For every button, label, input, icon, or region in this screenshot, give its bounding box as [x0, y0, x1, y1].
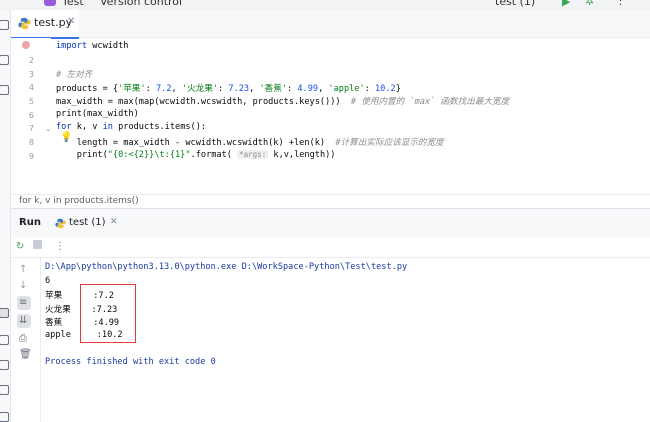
run-icon[interactable]: ▶ [562, 0, 570, 8]
project-icon[interactable] [44, 0, 56, 6]
python-file-icon [18, 17, 31, 30]
arrow-up-icon[interactable]: ↑ [19, 264, 27, 275]
line-number: 3 [28, 70, 34, 79]
structure-tool-icon[interactable] [0, 55, 9, 65]
debug-icon[interactable]: ✲ [585, 0, 594, 8]
line-number: 5 [28, 97, 34, 106]
stop-icon[interactable] [33, 240, 42, 249]
left-tool-strip [0, 10, 11, 422]
run-tab-label: test (1) [69, 217, 106, 228]
parameter-hint: *args: [237, 150, 269, 159]
line-number: 2 [28, 56, 34, 65]
run-panel-title: Run [19, 217, 41, 228]
run-panel-header: Run test (1) ✕ [11, 209, 650, 239]
run-tab-test-1[interactable]: test (1) ✕ [55, 211, 127, 239]
code-line-5: max_width = max(map(wcwidth.wcswidth, pr… [56, 97, 510, 107]
code-line-4: products = {'苹果': 7.2, '火龙果': 7.23, '香蕉'… [56, 84, 401, 94]
close-icon[interactable]: ✕ [110, 217, 118, 227]
scroll-to-end-icon[interactable]: ⇊ [19, 315, 27, 326]
code-line-8: length = max_width - wcwidth.wcswidth(k)… [56, 138, 444, 148]
more-options-icon[interactable]: ⋮ [55, 241, 65, 252]
run-toolbar: ↻ ⋮ [11, 237, 650, 258]
line-number: 6 [28, 111, 34, 120]
breadcrumb-divider [11, 194, 650, 195]
run-config-selector[interactable]: test (1) [495, 0, 535, 8]
code-line-9: print("{0:<{2}}\t:{1}".format( *args: k,… [56, 150, 336, 160]
fold-icon[interactable]: ⌄ [45, 124, 52, 133]
code-line-6: print(max_width) [56, 109, 139, 119]
code-editor[interactable]: import wcwidth # 左对齐 products = {'苹果': 7… [52, 38, 650, 194]
highlight-annotation-box [80, 284, 136, 343]
rerun-icon[interactable]: ↻ [16, 241, 24, 252]
code-line-7: for k, v in products.items(): [56, 122, 207, 132]
print-icon[interactable]: ⎙ [19, 333, 27, 344]
more-icon[interactable]: ⋮ [615, 0, 626, 7]
code-line-3: # 左对齐 [56, 70, 93, 80]
python-console-icon[interactable] [0, 360, 9, 370]
version-control-menu[interactable]: Version control [100, 0, 182, 8]
console-command: D:\App\python\python3.13.0\python.exe D:… [45, 262, 408, 272]
line-number: 7 [28, 124, 34, 133]
lightbulb-icon[interactable]: 💡 [60, 132, 72, 143]
console-output-line: 6 [45, 276, 51, 286]
soft-wrap-icon[interactable]: ≡ [19, 297, 27, 308]
project-name[interactable]: Test [62, 0, 84, 8]
close-icon[interactable]: ✕ [67, 16, 75, 27]
editor-tab-bar: test.py ✕ [11, 10, 650, 39]
run-tool-icon[interactable] [0, 308, 9, 318]
breakpoint-icon[interactable] [22, 41, 30, 49]
python-packages-icon[interactable] [0, 335, 9, 345]
python-run-icon [55, 218, 66, 229]
code-line-1: import wcwidth [56, 41, 129, 51]
console-side-toolbar: ↑ ↓ ≡ ⇊ ⎙ 🗑 [11, 258, 41, 422]
line-number: 8 [28, 138, 34, 147]
arrow-down-icon[interactable]: ↓ [19, 280, 27, 291]
title-bar: Test Version control test (1) ▶ ✲ ⋮ [0, 0, 650, 10]
problems-tool-icon[interactable] [0, 385, 9, 395]
line-number: 9 [28, 152, 34, 161]
console-exit-message: Process finished with exit code 0 [45, 357, 216, 367]
plugins-tool-icon[interactable] [0, 85, 9, 95]
line-number: 4 [28, 83, 34, 92]
tab-test-py[interactable]: test.py ✕ [11, 10, 79, 39]
project-tool-icon[interactable] [0, 20, 9, 30]
terminal-tool-icon[interactable] [0, 412, 9, 422]
breadcrumb[interactable]: for k, v in products.items() [19, 196, 139, 206]
trash-icon[interactable]: 🗑 [19, 349, 32, 360]
